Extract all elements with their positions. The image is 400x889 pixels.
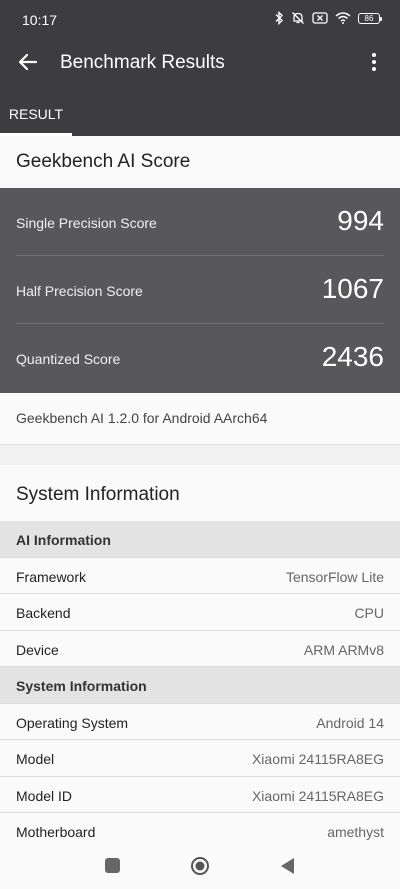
- row-key: Operating System: [16, 714, 129, 731]
- row-key: Backend: [16, 605, 71, 621]
- score-label: Single Precision Score: [16, 215, 157, 231]
- table-row: Backend CPU: [0, 594, 400, 631]
- status-bar: 10:17 86: [0, 0, 400, 40]
- score-label: Half Precision Score: [16, 283, 143, 299]
- tab-result[interactable]: RESULT: [0, 85, 72, 136]
- table-row: Operating System Android 14: [0, 703, 400, 740]
- muted-bell-icon: [292, 12, 304, 24]
- version-text: Geekbench AI 1.2.0 for Android AArch64: [16, 410, 268, 426]
- system-info-table: AI Information Framework TensorFlow Lite…: [0, 521, 400, 850]
- battery-icon: 86: [358, 12, 382, 24]
- row-key: Model ID: [16, 787, 73, 804]
- row-key: Motherboard: [16, 824, 96, 840]
- score-value: 1067: [321, 273, 384, 304]
- score-label: Quantized Score: [16, 351, 121, 367]
- section-header: AI Information: [0, 521, 400, 558]
- score-row-half: Half Precision Score 1067: [16, 256, 384, 324]
- status-icons: 86: [274, 11, 382, 25]
- table-row: Model ID Xiaomi 24115RA8EG: [0, 776, 400, 813]
- score-row-single: Single Precision Score 994: [16, 188, 384, 256]
- row-value: Xiaomi 24115RA8EG: [251, 751, 384, 767]
- section-title: AI Information: [16, 532, 111, 548]
- score-value: 994: [337, 205, 384, 236]
- score-heading-band: Geekbench AI Score: [0, 136, 400, 188]
- app-bar: Benchmark Results: [0, 40, 400, 85]
- version-band: Geekbench AI 1.2.0 for Android AArch64: [0, 393, 400, 445]
- page-title: Benchmark Results: [60, 52, 225, 73]
- row-key: Framework: [16, 568, 87, 585]
- back-arrow-icon[interactable]: [16, 50, 40, 74]
- table-row: Device ARM ARMv8: [0, 630, 400, 667]
- home-button[interactable]: [190, 856, 210, 876]
- table-row: Framework TensorFlow Lite: [0, 557, 400, 594]
- row-key: Device: [16, 641, 59, 658]
- scores-panel: Single Precision Score 994 Half Precisio…: [0, 188, 400, 393]
- no-sim-icon: [312, 12, 328, 24]
- bluetooth-icon: [275, 11, 283, 25]
- system-info-heading: System Information: [16, 484, 180, 505]
- row-value: TensorFlow Lite: [285, 568, 384, 585]
- table-row: Model Xiaomi 24115RA8EG: [0, 740, 400, 777]
- system-nav-bar: [0, 845, 400, 889]
- section-title: System Information: [16, 678, 147, 694]
- tab-result-label: RESULT: [8, 106, 64, 122]
- row-value: CPU: [354, 605, 384, 621]
- tab-bar: RESULT: [0, 85, 400, 136]
- section-header: System Information: [0, 667, 400, 704]
- row-value: Xiaomi 24115RA8EG: [251, 787, 384, 804]
- row-value: Android 14: [316, 714, 384, 731]
- score-row-quantized: Quantized Score 2436: [16, 324, 384, 392]
- row-key: Model: [16, 751, 55, 767]
- status-time: 10:17: [22, 12, 58, 28]
- row-value: amethyst: [327, 824, 384, 840]
- recents-button[interactable]: [105, 858, 120, 873]
- nav-back-button[interactable]: [280, 857, 296, 875]
- system-info-heading-band: System Information: [0, 465, 400, 521]
- row-value: ARM ARMv8: [303, 641, 384, 658]
- score-heading: Geekbench AI Score: [16, 151, 191, 172]
- score-value: 2436: [321, 341, 384, 372]
- more-options-icon[interactable]: [362, 50, 386, 74]
- wifi-icon: [335, 12, 351, 24]
